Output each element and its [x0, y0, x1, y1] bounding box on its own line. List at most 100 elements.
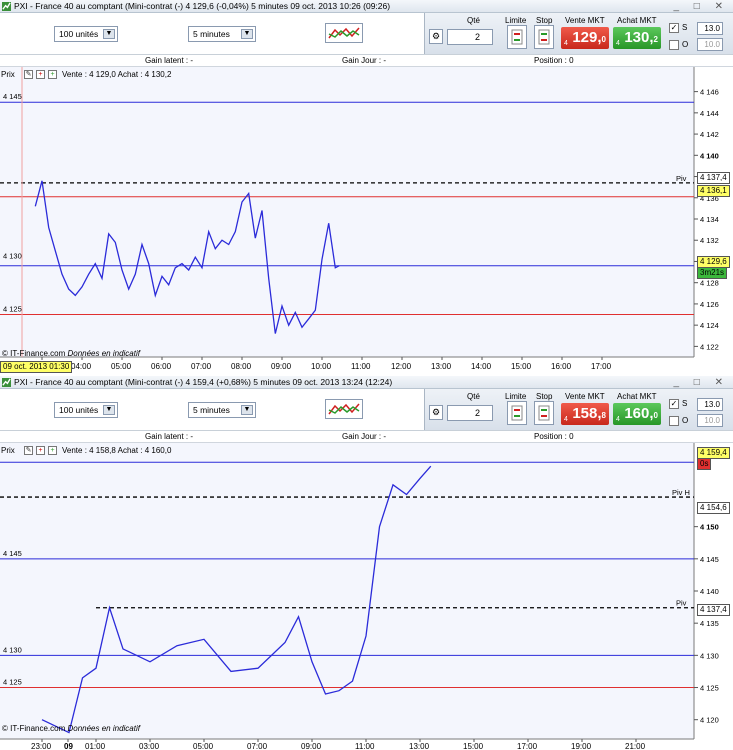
credit-source: © IT-Finance.com: [2, 724, 66, 733]
sell-add-icon[interactable]: +: [36, 446, 45, 455]
period-select[interactable]: 5 minutes ▼: [188, 26, 256, 42]
s-value-field[interactable]: 13.0: [697, 22, 723, 35]
y-tick-label: 4 146: [700, 88, 719, 97]
position-value: Position : 0: [534, 56, 574, 65]
x-tick-label: 08:00: [231, 362, 252, 371]
x-tick-label: 23:00: [31, 742, 52, 750]
chart-line-icon: [328, 27, 360, 39]
left-level-label: 4 130: [3, 645, 22, 654]
x-tick-label: 09:00: [271, 362, 292, 371]
y-tick-label: 4 120: [700, 716, 719, 725]
chart-canvas[interactable]: 4 150 4 145 4 140 4 135 4 130 4 125 4 120 4 145…: [0, 443, 733, 750]
sell-price: 129: [572, 29, 598, 46]
sell-market-button[interactable]: 4 129,0: [561, 27, 609, 49]
credit-text: © IT-Finance.com Données en indicatif: [2, 349, 140, 358]
wrench-icon[interactable]: ⚙: [429, 29, 443, 44]
y-tick-label: 4 140: [700, 587, 719, 596]
price-chart-1[interactable]: 4 1464 1444 1424 1404 1384 1364 1344 132…: [0, 67, 733, 375]
x-tick-label: 13:00: [431, 362, 452, 371]
sell-price: 158: [572, 405, 598, 422]
stop-order-button[interactable]: [534, 25, 554, 49]
chart-canvas[interactable]: 4 1464 1444 1424 1404 1384 1364 1344 132…: [0, 67, 733, 375]
chart-type-button[interactable]: [325, 23, 363, 43]
y-tick-label: 4 134: [700, 215, 719, 224]
s-value-field[interactable]: 13.0: [697, 398, 723, 411]
date-cursor-text: 09 oct. 2013 01:30: [3, 362, 70, 371]
x-tick-label: 21:00: [625, 742, 646, 750]
limit-order-button[interactable]: [507, 25, 527, 49]
pivot-high-price: 4 154,6: [700, 503, 727, 512]
sell-market-button[interactable]: 4 158,8: [561, 403, 609, 425]
sell-add-icon[interactable]: +: [36, 70, 45, 79]
candle-timer: 0s: [700, 459, 709, 468]
stop-order-icon: [538, 29, 550, 45]
y-tick-label: 4 122: [700, 342, 719, 351]
window-controls[interactable]: _ □ ✕: [673, 0, 729, 13]
limit-label: Limite: [505, 392, 527, 401]
position-value: Position : 0: [534, 432, 574, 441]
wrench-icon[interactable]: ✎: [24, 446, 33, 455]
buy-market-button[interactable]: 4 130,2: [613, 27, 661, 49]
credit-source: © IT-Finance.com: [2, 349, 66, 358]
y-tick-label: 4 144: [700, 109, 719, 118]
stop-order-icon: [538, 405, 550, 421]
x-tick-label: 15:00: [511, 362, 532, 371]
gain-bar: Gain latent : - Gain Jour : - Position :…: [0, 55, 733, 67]
x-tick-label: 12:00: [391, 362, 412, 371]
buy-add-icon[interactable]: +: [48, 446, 57, 455]
x-tick-label: 07:00: [191, 362, 212, 371]
stop-order-button[interactable]: [534, 401, 554, 425]
quantity-stepper[interactable]: 2: [447, 405, 493, 421]
period-select[interactable]: 5 minutes ▼: [188, 402, 256, 418]
y-tick-label: 4 135: [700, 619, 719, 628]
y-tick-label: 4 145: [700, 555, 719, 564]
buy-market-button[interactable]: 4 160,0: [613, 403, 661, 425]
x-tick-label: 17:00: [517, 742, 538, 750]
s-value: 13.0: [704, 400, 720, 409]
price-chart-2[interactable]: 4 150 4 145 4 140 4 135 4 130 4 125 4 120 4 145…: [0, 443, 733, 750]
o-checkbox[interactable]: [669, 40, 679, 50]
x-tick-label: 13:00: [409, 742, 430, 750]
limit-order-button[interactable]: [507, 401, 527, 425]
s-checkbox[interactable]: ✓: [669, 23, 679, 33]
s-label: S: [682, 399, 688, 408]
o-value: 10.0: [704, 416, 720, 425]
x-tick-label: 03:00: [139, 742, 160, 750]
x-tick-label: 09: [64, 742, 73, 750]
wrench-icon[interactable]: ✎: [24, 70, 33, 79]
s-checkbox[interactable]: ✓: [669, 399, 679, 409]
pivot-high-box: 4 154,6: [697, 502, 730, 514]
o-value-field[interactable]: 10.0: [697, 414, 723, 427]
credit-note: Données en indicatif: [67, 349, 140, 358]
toolbar: 100 unités ▼ 5 minutes ▼ Qté Limite Stop V…: [0, 13, 733, 55]
buy-add-icon[interactable]: +: [48, 70, 57, 79]
o-checkbox[interactable]: [669, 416, 679, 426]
quantity-stepper[interactable]: 2: [447, 29, 493, 45]
units-select[interactable]: 100 unités ▼: [54, 402, 118, 418]
chevron-down-icon: ▼: [103, 405, 115, 415]
chevron-down-icon: ▼: [241, 29, 253, 39]
bid-ask-text: Vente : 4 129,0 Achat : 4 130,2: [62, 70, 172, 79]
credit-text: © IT-Finance.com Données en indicatif: [2, 724, 140, 733]
x-tick-label: 10:00: [311, 362, 332, 371]
wrench-icon[interactable]: ⚙: [429, 405, 443, 420]
o-value-field[interactable]: 10.0: [697, 38, 723, 51]
x-tick-label: 15:00: [463, 742, 484, 750]
chart-line-icon: [328, 403, 360, 415]
buy-prefix: 4: [616, 40, 620, 47]
chart-type-button[interactable]: [325, 399, 363, 419]
qty-label: Qté: [467, 392, 480, 401]
stop-label: Stop: [536, 16, 553, 25]
o-label: O: [682, 40, 689, 49]
chart-window-2: PXI - France 40 au comptant (Mini-contra…: [0, 376, 733, 750]
period-select-value: 5 minutes: [193, 29, 230, 39]
units-select[interactable]: 100 unités ▼: [54, 26, 118, 42]
window-controls[interactable]: _ □ ✕: [673, 376, 729, 389]
limit-label: Limite: [505, 16, 527, 25]
window-title-bar[interactable]: PXI - France 40 au comptant (Mini-contra…: [0, 376, 733, 389]
left-level-label: 4 125: [3, 678, 22, 687]
quantity-value: 2: [474, 32, 480, 42]
window-title-bar[interactable]: PXI - France 40 au comptant (Mini-contra…: [0, 0, 733, 13]
prix-label: Prix: [1, 446, 15, 455]
s-value: 13.0: [704, 24, 720, 33]
